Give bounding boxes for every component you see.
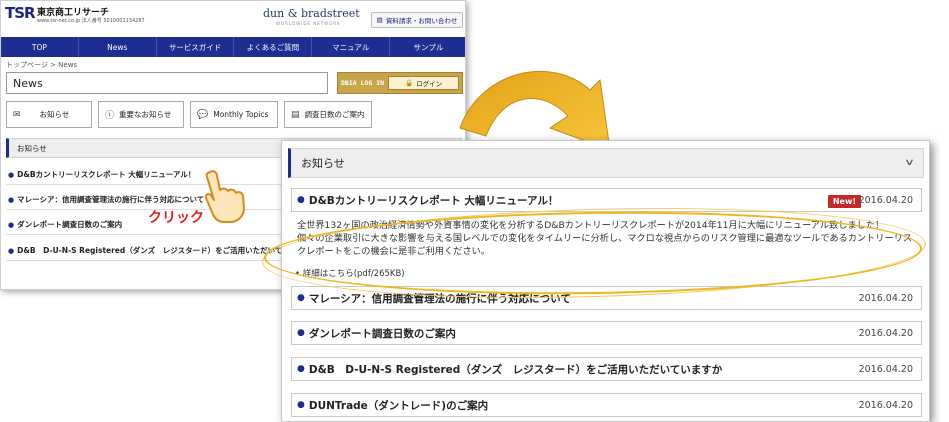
nav-news[interactable]: News — [79, 37, 157, 57]
inquiry-button[interactable]: ▤ 資料請求・お問い合わせ — [371, 12, 463, 28]
detail-heading-label: お知らせ — [301, 157, 345, 170]
login-tag: DBIA LOG IN — [341, 79, 385, 87]
tab-survey-days[interactable]: ▤ 調査日数のご案内 — [284, 101, 372, 128]
speech-bubble-icon: 💬 — [197, 109, 209, 120]
pointing-hand-icon — [204, 170, 245, 223]
click-label: クリック — [148, 210, 204, 226]
news-row[interactable]: ● DUNTrade（ダントレード)のご案内 2016.04.20 — [291, 393, 922, 417]
featured-news-title: D&Bカントリーリスクレポート 大幅リニューアル！ — [308, 194, 559, 207]
detail-heading[interactable]: お知らせ ∨ — [288, 148, 924, 178]
bullet-icon: ● — [8, 246, 15, 255]
news-date: 2016.04.20 — [858, 194, 913, 206]
site-header: TSR 東京商工リサーチ www.tsr-net.co.jp 法人番号 5010… — [1, 1, 465, 37]
nav-service-guide[interactable]: サービスガイド — [157, 37, 235, 57]
tab-notices-label: お知らせ — [39, 110, 70, 119]
category-tabs: ✉ お知らせ ⓘ 重要なお知らせ 💬 Monthly Topics ▤ 調査日数… — [6, 101, 465, 128]
page-title: News — [6, 72, 328, 94]
tab-survey-label: 調査日数のご案内 — [304, 110, 365, 119]
lock-icon: 🔒 — [404, 79, 414, 87]
tab-important-notices[interactable]: ⓘ 重要なお知らせ — [98, 101, 184, 128]
nav-faq[interactable]: よくあるご質問 — [234, 37, 313, 57]
warning-icon: ⓘ — [105, 111, 115, 121]
tab-important-label: 重要なお知らせ — [119, 110, 172, 119]
news-row[interactable]: ● D&B D-U-N-S Registered（ダンズ レジスタード）をご活用… — [291, 357, 922, 381]
main-nav: TOP News サービスガイド よくあるご質問 マニュアル サンプル — [1, 37, 465, 57]
bullet-icon: ● — [8, 220, 15, 229]
news-date: 2016.04.20 — [858, 292, 913, 304]
bullet-icon: ● — [297, 400, 305, 410]
bullet-icon: ● — [297, 328, 305, 338]
bullet-icon: ● — [297, 195, 305, 205]
news-date: 2016.04.20 — [858, 363, 913, 375]
tsr-logo[interactable]: TSR — [5, 4, 36, 22]
nav-manual[interactable]: マニュアル — [312, 37, 391, 57]
login-button-label: ログイン — [416, 80, 443, 88]
new-badge: New! — [827, 195, 861, 208]
breadcrumb[interactable]: トップページ > News — [6, 60, 77, 70]
dnb-logo: dun & bradstreet — [263, 7, 360, 20]
envelope-icon: ✉ — [13, 109, 21, 120]
tab-monthly-topics[interactable]: 💬 Monthly Topics — [190, 101, 278, 128]
news-date: 2016.04.20 — [858, 327, 913, 339]
chevron-down-icon[interactable]: ∨ — [904, 157, 915, 168]
inquiry-button-label: 資料請求・お問い合わせ — [385, 17, 458, 25]
tab-notices[interactable]: ✉ お知らせ — [6, 101, 92, 128]
bullet-icon: ● — [8, 170, 15, 179]
company-sub-line: www.tsr-net.co.jp 法人番号 5010001134287 — [37, 18, 145, 24]
bullet-icon: ● — [297, 293, 305, 303]
document-icon: ▤ — [291, 109, 300, 120]
bullet-icon: ● — [8, 195, 15, 204]
news-date: 2016.04.20 — [858, 399, 913, 411]
document-icon: ▤ — [376, 16, 383, 24]
nav-top[interactable]: TOP — [1, 37, 79, 57]
tab-monthly-label: Monthly Topics — [213, 110, 269, 119]
news-row[interactable]: ● ダンレポート調査日数のご案内 2016.04.20 — [291, 321, 922, 345]
dnb-tagline: WORLDWIDE NETWORK — [276, 21, 341, 26]
bullet-icon: ● — [297, 364, 305, 374]
